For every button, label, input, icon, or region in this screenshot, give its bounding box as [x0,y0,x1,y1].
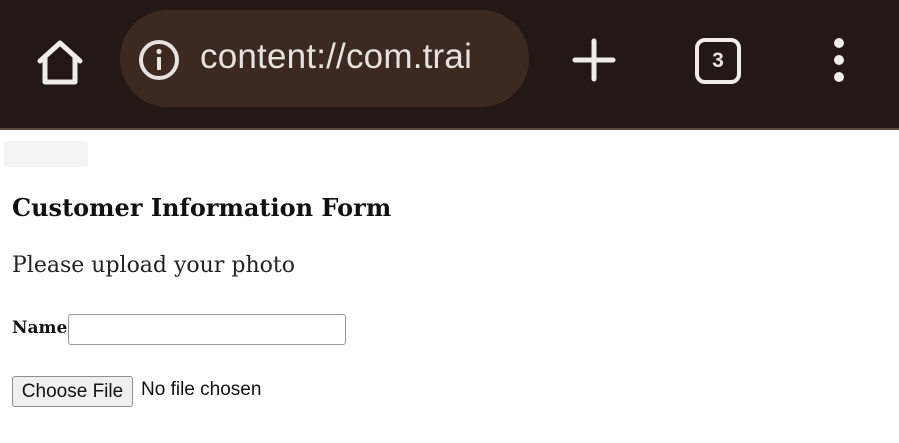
form-description: Please upload your photo [12,253,295,278]
more-vert-icon [834,38,844,82]
form-title: Customer Information Form [12,193,392,222]
faint-placeholder-block [4,141,88,167]
choose-file-button[interactable]: Choose File [12,376,133,407]
info-icon[interactable] [137,38,181,82]
new-tab-button[interactable] [570,36,618,84]
url-text[interactable]: content://com.trai [200,37,472,77]
browser-toolbar: content://com.trai 3 [0,0,899,130]
name-label: Name [12,318,68,338]
file-status-text: No file chosen [141,379,262,400]
menu-button[interactable] [820,36,858,84]
tab-count: 3 [712,49,724,72]
address-bar[interactable]: content://com.trai [120,10,529,107]
name-input[interactable] [68,314,346,345]
home-button[interactable] [34,37,86,89]
url-fade [499,10,529,107]
plus-icon [572,38,616,82]
tab-switcher-button[interactable]: 3 [694,37,742,85]
home-icon [37,40,83,85]
